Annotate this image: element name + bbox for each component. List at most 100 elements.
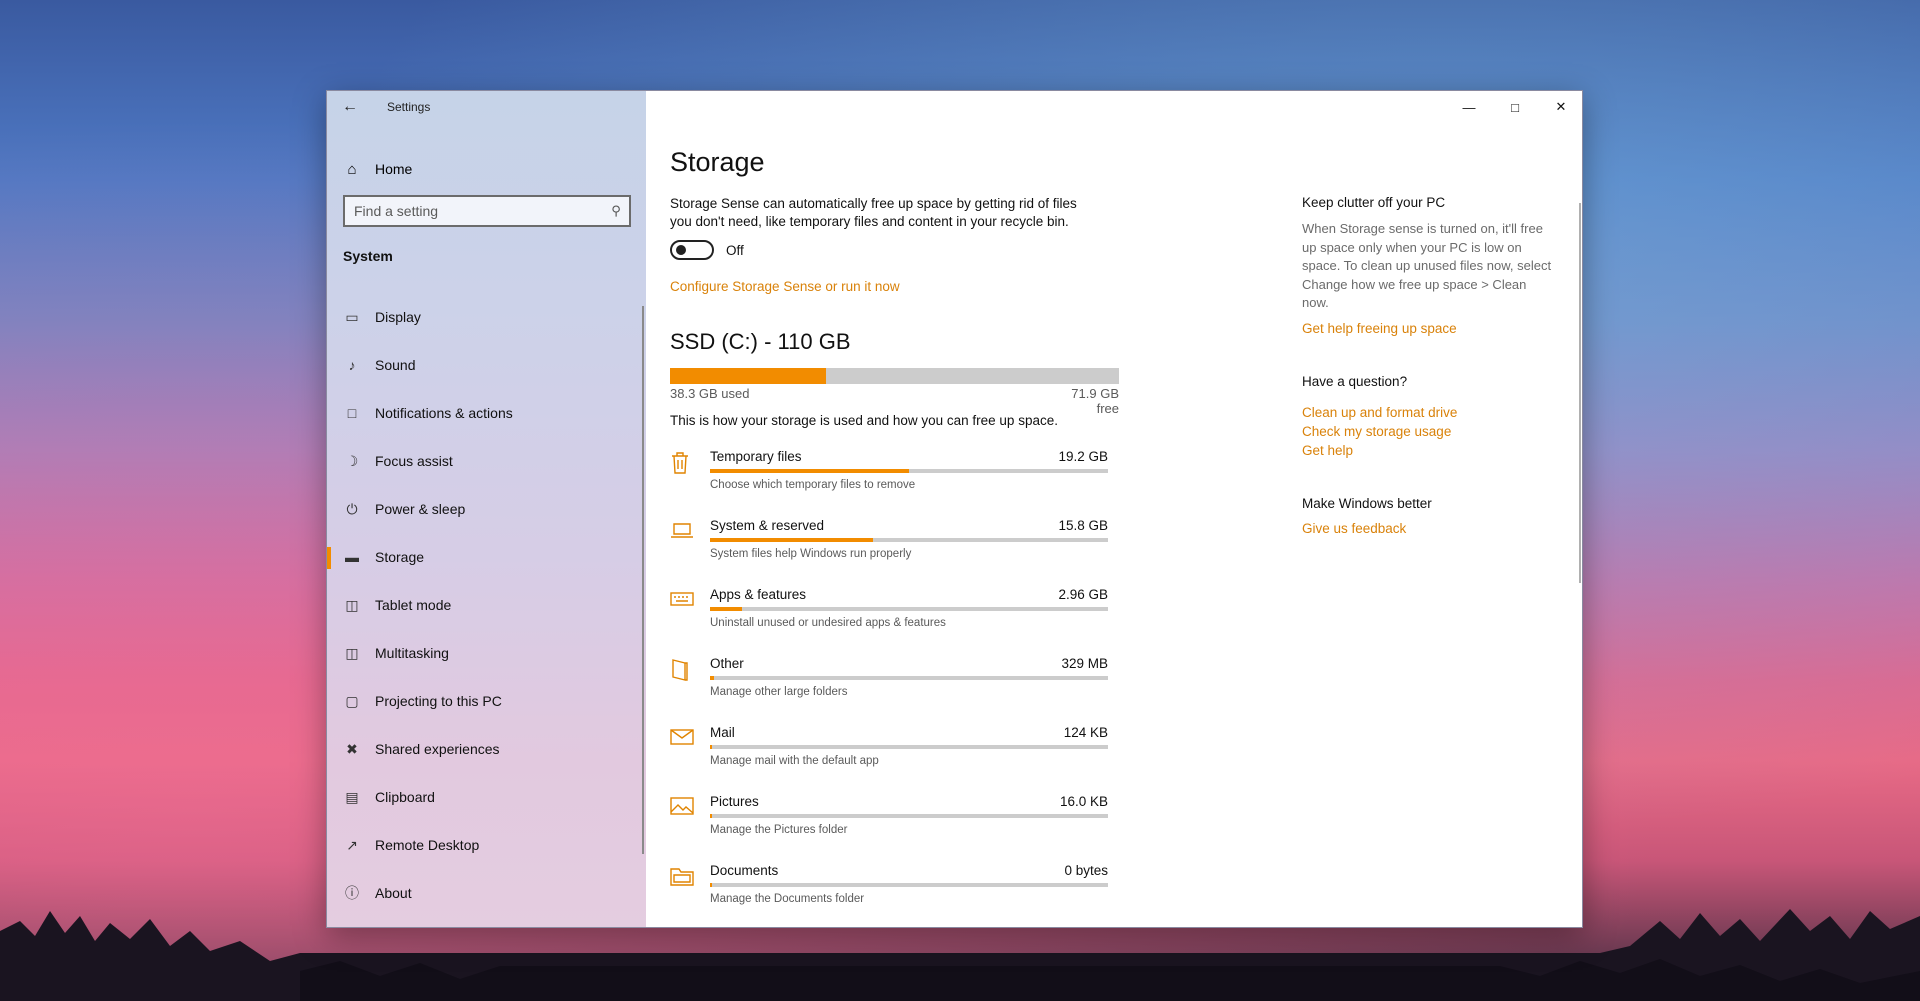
category-mail[interactable]: Mail 124 KB Manage mail with the default … (670, 725, 1110, 794)
sidebar-scrollbar[interactable] (642, 306, 644, 854)
info-icon: ⓘ (345, 885, 359, 901)
related-help-panel: Keep clutter off your PC When Storage se… (1302, 195, 1552, 536)
search-input[interactable]: Find a setting ⚲ (343, 195, 631, 227)
give-feedback-link[interactable]: Give us feedback (1302, 521, 1552, 536)
minimize-button[interactable]: — (1446, 91, 1492, 123)
sidebar-item-label: Remote Desktop (375, 837, 480, 853)
sidebar-item-label: Shared experiences (375, 741, 500, 757)
home-link[interactable]: ⌂ Home (327, 151, 646, 187)
sidebar-item-label: Notifications & actions (375, 405, 513, 421)
search-icon[interactable]: ⚲ (603, 203, 629, 219)
configure-storage-sense-link[interactable]: Configure Storage Sense or run it now (670, 279, 900, 294)
sidebar-item-label: Multitasking (375, 645, 449, 661)
category-pictures[interactable]: Pictures 16.0 KB Manage the Pictures fold… (670, 794, 1110, 863)
drive-icon: ▬ (345, 549, 359, 565)
sidebar-item-display[interactable]: ▭ Display (327, 293, 646, 341)
category-size: 124 KB (1063, 725, 1108, 740)
sidebar-item-label: About (375, 885, 412, 901)
storage-sense-toggle[interactable] (670, 240, 714, 260)
category-bar-fill (710, 538, 874, 542)
storage-category-list: Temporary files 19.2 GB Choose which temp… (670, 449, 1110, 927)
sidebar-item-label: Projecting to this PC (375, 693, 502, 709)
close-icon: ✕ (1555, 99, 1567, 114)
sidebar-item-focus-assist[interactable]: ☽ Focus assist (327, 437, 646, 485)
keyboard-icon (670, 587, 710, 656)
category-name: Mail (710, 725, 735, 740)
category-bar (710, 538, 1108, 542)
settings-window: ← Settings ⌂ Home Find a setting ⚲ Syste… (326, 90, 1583, 928)
main-scrollbar[interactable] (1579, 203, 1581, 583)
category-bar-fill (710, 883, 713, 887)
category-apps-features[interactable]: Apps & features 2.96 GB Uninstall unused … (670, 587, 1110, 656)
remote-icon: ↗ (346, 836, 358, 853)
sidebar-item-multitasking[interactable]: ◫ Multitasking (327, 629, 646, 677)
category-other[interactable]: Other 329 MB Manage other large folders (670, 656, 1110, 725)
document-icon (670, 656, 710, 725)
sidebar-item-power-sleep[interactable]: ⏻ Power & sleep (327, 485, 646, 533)
maximize-icon: □ (1511, 99, 1519, 115)
sidebar-item-storage[interactable]: ▬ Storage (327, 533, 646, 581)
category-name: Temporary files (710, 449, 802, 464)
category-size: 16.0 KB (1059, 794, 1108, 809)
moon-icon: ☽ (345, 452, 359, 469)
sidebar-item-label: Tablet mode (375, 597, 452, 613)
category-temporary-files[interactable]: Temporary files 19.2 GB Choose which temp… (670, 449, 1110, 518)
multitasking-icon: ◫ (345, 644, 359, 661)
drive-usage-bar (670, 368, 1119, 384)
message-icon: □ (347, 405, 357, 421)
category-bar (710, 814, 1108, 818)
close-button[interactable]: ✕ (1538, 91, 1582, 123)
question-title: Have a question? (1302, 373, 1408, 389)
laptop-icon (670, 518, 710, 587)
category-system-reserved[interactable]: System & reserved 15.8 GB System files he… (670, 518, 1110, 587)
clutter-title: Keep clutter off your PC (1302, 195, 1446, 210)
category-description: Manage the Pictures folder (710, 824, 848, 836)
sidebar: ← Settings ⌂ Home Find a setting ⚲ Syste… (327, 91, 646, 927)
search-placeholder: Find a setting (354, 203, 439, 219)
sidebar-item-about[interactable]: ⓘ About (327, 869, 646, 917)
category-name: Apps & features (710, 587, 807, 602)
sidebar-item-remote-desktop[interactable]: ↗ Remote Desktop (327, 821, 646, 869)
clean-up-format-drive-link[interactable]: Clean up and format drive (1302, 405, 1552, 420)
category-name: System & reserved (710, 518, 825, 533)
drive-title: SSD (C:) - 110 GB (670, 329, 851, 354)
category-documents[interactable]: Documents 0 bytes Manage the Documents fo… (670, 863, 1110, 927)
sidebar-item-notifications[interactable]: □ Notifications & actions (327, 389, 646, 437)
sidebar-item-projecting[interactable]: ▢ Projecting to this PC (327, 677, 646, 725)
get-help-link[interactable]: Get help (1302, 443, 1552, 458)
category-description: Choose which temporary files to remove (710, 479, 916, 491)
category-bar-fill (710, 676, 714, 680)
sidebar-item-clipboard[interactable]: ▤ Clipboard (327, 773, 646, 821)
section-title: System (343, 248, 393, 264)
category-size: 19.2 GB (1058, 449, 1108, 464)
toggle-state-label: Off (726, 243, 744, 258)
check-storage-usage-link[interactable]: Check my storage usage (1302, 424, 1552, 439)
sidebar-item-tablet-mode[interactable]: ◫ Tablet mode (327, 581, 646, 629)
drive-free-label: 71.9 GB free (1071, 386, 1119, 416)
sidebar-item-label: Display (375, 309, 421, 325)
sidebar-item-shared-experiences[interactable]: ✖ Shared experiences (327, 725, 646, 773)
category-description: Uninstall unused or undesired apps & fea… (710, 617, 946, 629)
sidebar-item-label: Storage (375, 549, 425, 565)
sidebar-item-label: Clipboard (375, 789, 435, 805)
category-bar (710, 607, 1108, 611)
maximize-button[interactable]: □ (1492, 91, 1538, 123)
home-label: Home (375, 161, 413, 177)
category-name: Documents (710, 863, 779, 878)
category-description: Manage the Documents folder (710, 893, 865, 905)
sidebar-item-sound[interactable]: ♪ Sound (327, 341, 646, 389)
back-button[interactable]: ← (327, 91, 373, 123)
minimize-icon: — (1462, 99, 1476, 115)
category-size: 0 bytes (1064, 863, 1108, 878)
mail-icon (670, 725, 710, 794)
get-help-freeing-space-link[interactable]: Get help freeing up space (1302, 321, 1552, 336)
clutter-text: When Storage sense is turned on, it'll f… (1302, 221, 1552, 310)
category-bar-fill (710, 607, 742, 611)
category-bar (710, 745, 1108, 749)
drive-intro-text: This is how your storage is used and how… (670, 413, 1058, 428)
category-bar-fill (710, 469, 909, 473)
sidebar-item-label: Power & sleep (375, 501, 466, 517)
category-name: Pictures (710, 794, 759, 809)
nav-list: ▭ Display ♪ Sound □ Notifications & acti… (327, 293, 646, 917)
window-controls: — □ ✕ (1446, 91, 1582, 123)
